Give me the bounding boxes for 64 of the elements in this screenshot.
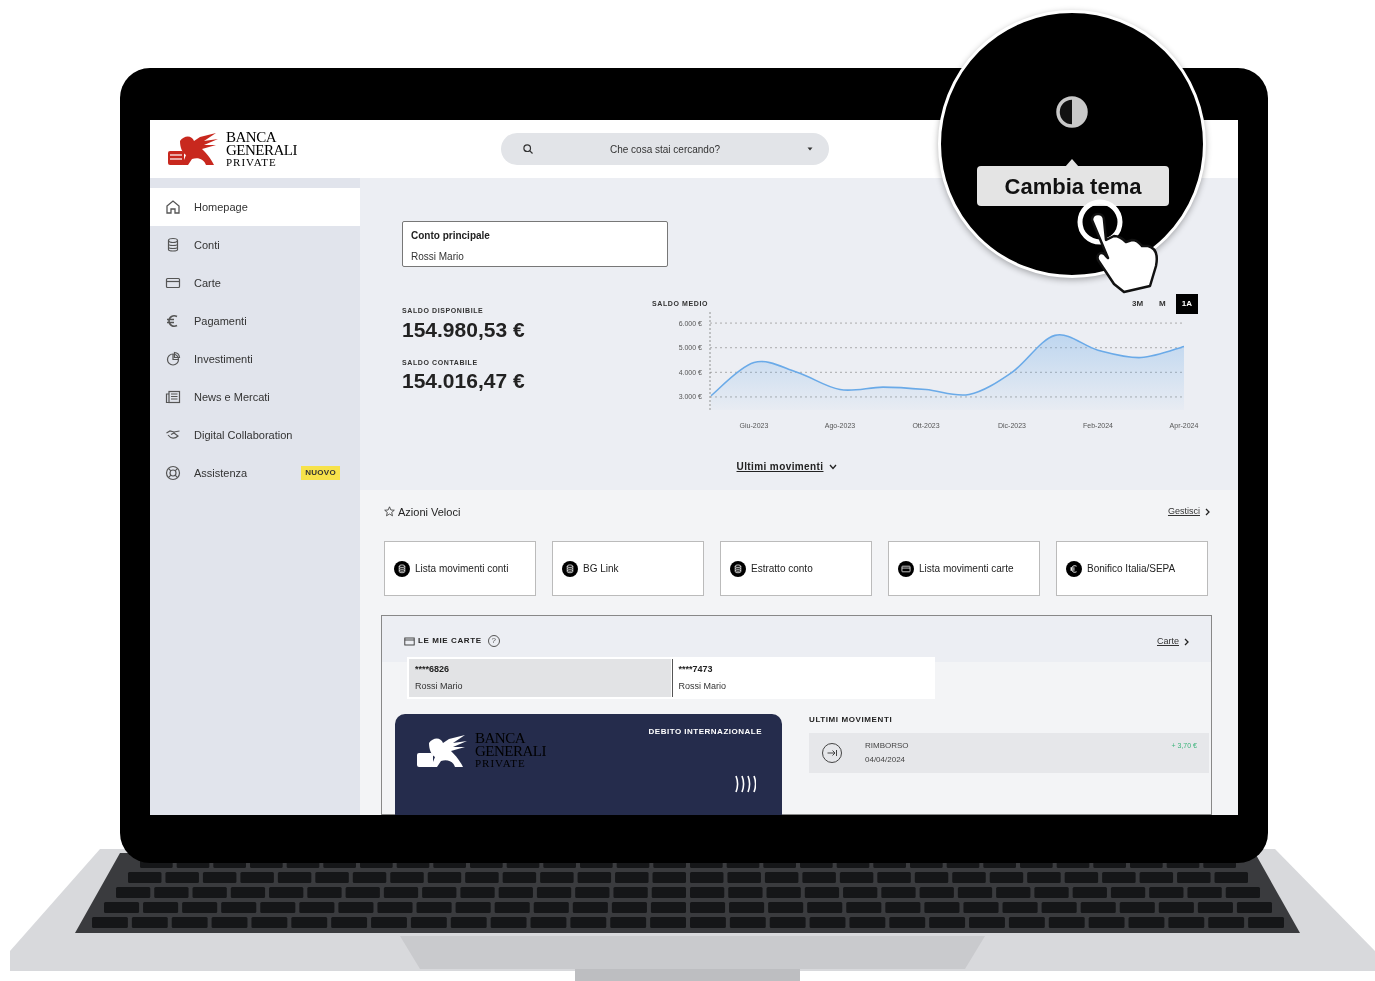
contrast-icon — [1055, 95, 1089, 129]
home-icon — [165, 199, 181, 215]
newspaper-icon — [165, 389, 181, 405]
action-icon — [562, 560, 578, 577]
sidebar-item[interactable]: Assistenza NUOVO — [150, 454, 360, 492]
quick-action-button[interactable]: Bonifico Italia/SEPA — [1056, 541, 1208, 596]
lion-logo-icon — [415, 732, 469, 769]
cards-link[interactable]: Carte — [1157, 635, 1189, 649]
action-icon — [898, 560, 914, 577]
account-holder: Rossi Mario — [411, 250, 465, 264]
card-type: DEBITO INTERNAZIONALE — [648, 726, 762, 738]
manage-link[interactable]: Gestisci — [1168, 505, 1210, 519]
card-icon — [404, 636, 415, 646]
search-field[interactable]: Che cosa stai cercando? — [501, 133, 829, 165]
action-icon — [730, 560, 746, 577]
action-icon — [1066, 560, 1082, 577]
action-icon — [394, 560, 410, 577]
contactless-icon — [732, 774, 756, 794]
movement-date: 04/04/2024 — [865, 754, 907, 766]
transfer-in-icon — [821, 742, 843, 764]
new-badge: NUOVO — [301, 466, 340, 480]
section-title: Azioni Veloci — [398, 504, 461, 520]
sidebar-item[interactable]: Pagamenti — [150, 302, 360, 340]
movements-link[interactable]: Ultimi movimenti — [736, 459, 838, 474]
tooltip-pointer-icon — [1065, 159, 1079, 167]
range-tab[interactable]: M — [1153, 294, 1172, 314]
star-icon — [384, 506, 395, 518]
chevron-down-icon — [829, 463, 838, 470]
card-tab[interactable]: ****6826 Rossi Mario — [409, 659, 671, 697]
logo-text: GENERALI — [226, 143, 297, 157]
sidebar-item[interactable]: News e Mercati — [150, 378, 360, 416]
balance-amount: 154.016,47 € — [402, 368, 526, 394]
quick-action-button[interactable]: BG Link — [552, 541, 704, 596]
card-logo-text: BANCA — [475, 732, 526, 745]
chevron-right-icon — [1184, 637, 1189, 646]
lion-logo-icon — [166, 131, 220, 167]
theme-tooltip: Cambia tema — [977, 166, 1169, 206]
card-icon — [165, 275, 181, 291]
search-icon — [523, 144, 533, 154]
balance-amount: 154.980,53 € — [402, 316, 526, 343]
account-title: Conto principale — [411, 229, 491, 243]
range-tab[interactable]: 1A — [1175, 294, 1198, 314]
card-logo-text: GENERALI — [475, 745, 546, 758]
account-selector[interactable]: Conto principale Rossi Mario — [402, 221, 668, 267]
logo-text: PRIVATE — [226, 156, 278, 168]
sidebar-item[interactable]: Carte — [150, 264, 360, 302]
quick-action-button[interactable]: Lista movimenti conti — [384, 541, 536, 596]
sidebar-item[interactable]: Digital Collaboration — [150, 416, 360, 454]
range-tab[interactable]: 3M — [1125, 294, 1150, 314]
pie-chart-icon — [165, 351, 181, 367]
quick-action-button[interactable]: Lista movimenti carte — [888, 541, 1040, 596]
movements-title: ULTIMI MOVIMENTI — [809, 714, 894, 726]
movement-label: RIMBORSO — [865, 740, 909, 752]
section-title: LE MIE CARTE — [418, 635, 482, 647]
card-logo-text: PRIVATE — [475, 758, 527, 769]
quick-action-button[interactable]: Estratto conto — [720, 541, 872, 596]
coin-stack-icon — [165, 237, 181, 253]
sidebar-item[interactable]: Homepage — [150, 188, 360, 226]
chevron-right-icon — [1205, 507, 1210, 516]
lifebuoy-icon — [165, 465, 181, 481]
logo-text: BANCA — [226, 130, 277, 144]
sidebar-item[interactable]: Investimenti — [150, 340, 360, 378]
dropdown-caret-icon — [807, 147, 813, 151]
sidebar-item[interactable]: Conti — [150, 226, 360, 264]
